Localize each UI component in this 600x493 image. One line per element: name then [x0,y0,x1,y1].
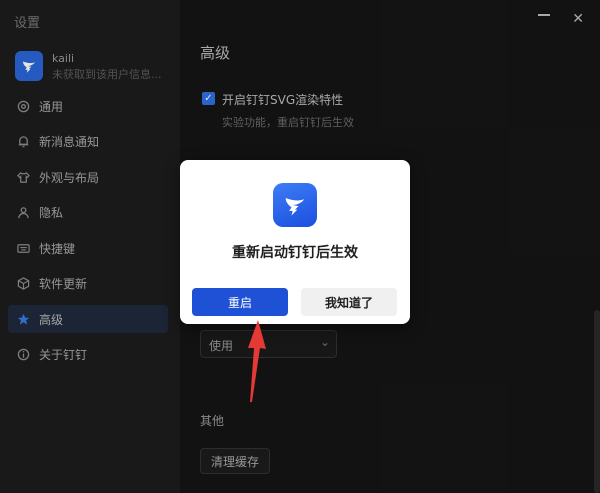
dingtalk-logo-icon [273,183,317,227]
restart-dialog: 重新启动钉钉后生效 重启 我知道了 [180,160,410,324]
red-arrow-annotation [248,320,266,402]
dialog-message: 重新启动钉钉后生效 [232,245,358,261]
restart-button[interactable]: 重启 [192,288,288,316]
acknowledge-button[interactable]: 我知道了 [301,288,397,316]
